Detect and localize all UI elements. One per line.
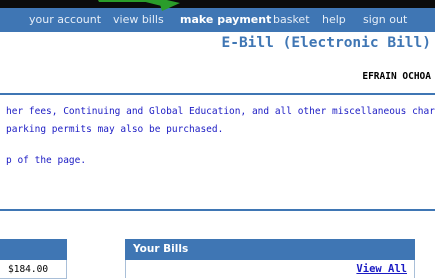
balance-amount: $184.00: [8, 264, 49, 275]
view-all-link[interactable]: View All: [356, 263, 407, 275]
info-text-line: her fees, Continuing and Global Educatio…: [6, 106, 435, 117]
your-bills-body: View All: [125, 260, 415, 278]
info-text-line: parking permits may also be purchased.: [6, 124, 224, 135]
page-title: E-Bill (Electronic Bill): [221, 35, 431, 51]
your-bills-header: Your Bills: [125, 239, 415, 260]
green-arrow-icon: [98, 0, 180, 11]
user-name: EFRAIN OCHOA: [362, 71, 431, 82]
divider: [0, 209, 435, 211]
panel-body: $184.00: [0, 260, 67, 279]
panel-title: Your Bills: [133, 243, 189, 255]
info-text-line: p of the page.: [6, 155, 87, 166]
panel-header: [0, 239, 67, 260]
divider: [0, 93, 435, 95]
